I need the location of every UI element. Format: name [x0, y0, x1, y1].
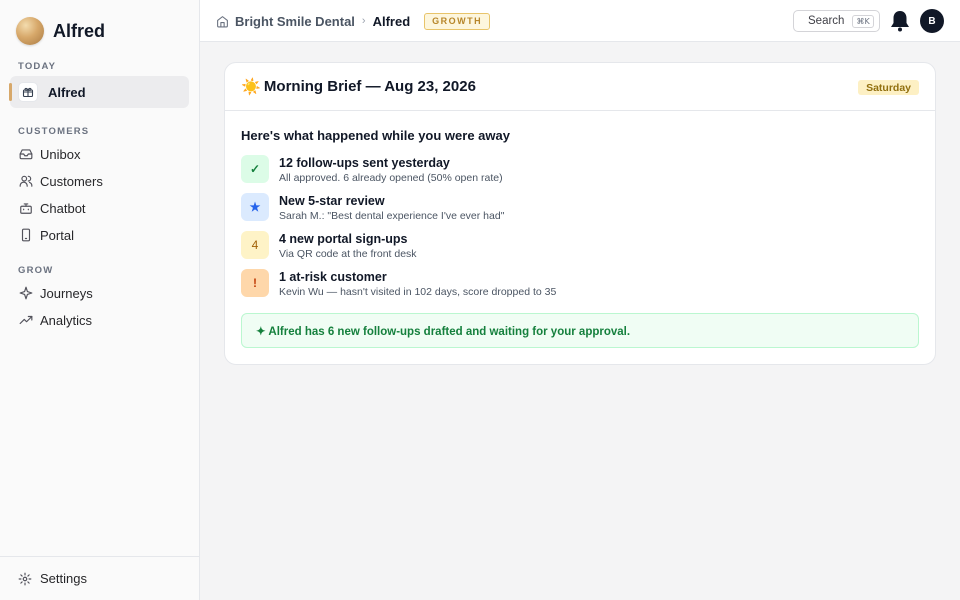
morning-brief-card: ☀️ Morning Brief — Aug 23, 2026 Saturday…	[224, 62, 936, 365]
sidebar-item-label: Customers	[40, 173, 103, 189]
day-badge: Saturday	[858, 80, 919, 95]
brief-item-signups[interactable]: 4 4 new portal sign-ups Via QR code at t…	[241, 231, 417, 260]
brand[interactable]: Alfred	[16, 17, 105, 45]
section-label-customers: CUSTOMERS	[18, 126, 90, 137]
brief-item-subtitle: Sarah M.: "Best dental experience I've e…	[279, 210, 505, 222]
brief-item-title: 4 new portal sign-ups	[279, 232, 408, 246]
gear-icon	[18, 572, 32, 586]
avatar[interactable]: B	[920, 9, 944, 33]
sidebar-item-label: Analytics	[40, 312, 93, 328]
brand-name: Alfred	[53, 20, 106, 41]
gift-icon	[18, 82, 38, 102]
brief-item-subtitle: Via QR code at the front desk	[279, 248, 417, 260]
alert-icon: !	[241, 269, 269, 297]
breadcrumb-separator: ›	[361, 15, 366, 27]
sparkle-icon	[18, 285, 34, 301]
brief-item-subtitle: All approved. 6 already opened (50% open…	[279, 172, 503, 184]
sidebar-item-label: Portal	[40, 227, 74, 243]
home-icon[interactable]	[216, 15, 229, 28]
section-label-grow: GROW	[18, 265, 54, 276]
search-shortcut: ⌘K	[852, 14, 874, 28]
section-label-today: TODAY	[18, 61, 57, 72]
inbox-icon	[18, 146, 34, 162]
sidebar-item-settings[interactable]: Settings	[0, 556, 199, 600]
search-label: Search	[808, 15, 845, 27]
brief-item-title: New 5-star review	[279, 194, 385, 208]
sidebar-item-label: Journeys	[40, 285, 93, 301]
sidebar-item-alfred[interactable]: Alfred	[9, 76, 189, 108]
sun-icon: ☀️	[241, 78, 261, 96]
phone-icon	[18, 227, 34, 243]
sidebar: Alfred TODAY Alfred CUSTOMERS Unibox Cus…	[0, 0, 200, 600]
users-icon	[18, 173, 34, 189]
breadcrumb-current: Alfred	[372, 13, 411, 29]
brief-item-title: 12 follow-ups sent yesterday	[279, 156, 450, 170]
card-header: ☀️ Morning Brief — Aug 23, 2026 Saturday	[225, 63, 935, 111]
brand-logo	[16, 17, 44, 45]
search-button[interactable]: Search ⌘K	[793, 10, 880, 32]
brief-item-review[interactable]: ★ New 5-star review Sarah M.: "Best dent…	[241, 193, 504, 222]
breadcrumb-org[interactable]: Bright Smile Dental	[235, 14, 355, 29]
topbar: Bright Smile Dental › Alfred GROWTH Sear…	[200, 0, 960, 42]
sidebar-item-label: Chatbot	[40, 200, 86, 216]
sidebar-item-portal[interactable]: Portal	[10, 219, 189, 251]
count-badge-icon: 4	[241, 231, 269, 259]
sidebar-item-label: Unibox	[40, 146, 81, 162]
brief-item-at-risk[interactable]: ! 1 at-risk customer Kevin Wu — hasn't v…	[241, 269, 556, 298]
brief-item-followups[interactable]: ✓ 12 follow-ups sent yesterday All appro…	[241, 155, 503, 184]
brief-intro: Here's what happened while you were away	[241, 128, 510, 143]
trend-icon	[18, 312, 34, 328]
brief-item-title: 1 at-risk customer	[279, 270, 387, 284]
bot-icon	[18, 200, 34, 216]
breadcrumb: Bright Smile Dental › Alfred GROWTH	[216, 0, 491, 42]
brief-item-subtitle: Kevin Wu — hasn't visited in 102 days, s…	[279, 286, 557, 298]
sidebar-item-label: Settings	[40, 571, 87, 586]
check-icon: ✓	[241, 155, 269, 183]
approval-callout[interactable]: ✦ Alfred has 6 new follow-ups drafted an…	[241, 313, 919, 348]
card-title: Morning Brief — Aug 23, 2026	[263, 78, 476, 95]
star-icon: ★	[241, 193, 269, 221]
active-indicator	[9, 83, 12, 101]
bell-icon[interactable]	[890, 9, 910, 33]
plan-badge: GROWTH	[424, 12, 491, 30]
sidebar-item-analytics[interactable]: Analytics	[10, 304, 189, 336]
sidebar-item-label: Alfred	[48, 84, 86, 100]
